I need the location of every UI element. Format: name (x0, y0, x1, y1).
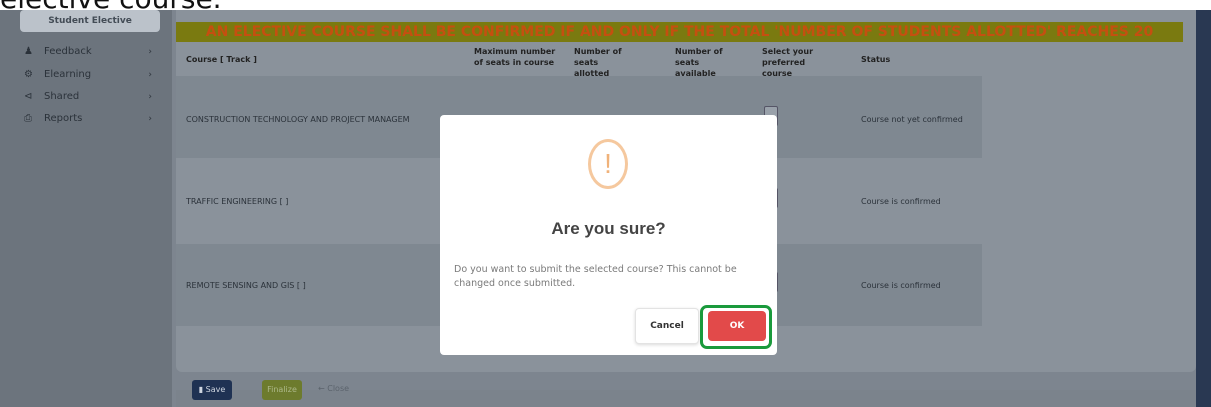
right-edge-bar (1196, 10, 1211, 407)
finalize-button[interactable]: Finalize (262, 380, 302, 400)
ok-button[interactable]: OK (708, 311, 766, 341)
save-icon: ▮ (198, 385, 204, 394)
footer-bar: ▮ Save Finalize ← Close (176, 380, 1196, 407)
warning-icon: ! (588, 139, 628, 189)
confirm-dialog: ! Are you sure? Do you want to submit th… (440, 115, 777, 355)
sidebar-item-feedback[interactable]: ♟ Feedback › (20, 42, 160, 62)
sidebar-item-student-elective[interactable]: Student Elective (20, 10, 160, 32)
header-course: Course [ Track ] (186, 55, 257, 64)
course-status: Course is confirmed (861, 197, 941, 206)
cancel-button[interactable]: Cancel (635, 308, 699, 344)
header-max-seats: Maximum number of seats in course (474, 47, 556, 67)
close-link[interactable]: ← Close (318, 384, 349, 393)
header-seats-allotted: Number of seats allotted (574, 47, 622, 78)
sidebar-item-label: Shared (44, 91, 80, 102)
chevron-right-icon: › (148, 47, 152, 57)
chevron-right-icon: › (148, 114, 152, 124)
course-name: REMOTE SENSING AND GIS [ ] (186, 281, 306, 290)
dialog-message: Do you want to submit the selected cours… (454, 264, 737, 289)
person-icon: ♟ (24, 46, 33, 57)
dialog-title: Are you sure? (551, 219, 666, 238)
save-label: Save (205, 385, 226, 394)
save-button[interactable]: ▮ Save (192, 380, 232, 400)
sidebar-item-elearning[interactable]: ⚙ Elearning › (20, 65, 160, 85)
chevron-right-icon: › (148, 92, 152, 102)
course-name: CONSTRUCTION TECHNOLOGY AND PROJECT MANA… (186, 115, 410, 124)
header-select-course: Select your preferred course (762, 47, 814, 78)
notice-banner: AN ELECTIVE COURSE SHALL BE CONFIRMED IF… (176, 22, 1183, 42)
sidebar-item-label: Feedback (44, 46, 92, 57)
header-seats-available: Number of seats available (675, 47, 723, 78)
sidebar-item-label: Reports (44, 113, 83, 124)
course-status: Course is confirmed (861, 281, 941, 290)
course-status: Course not yet confirmed (861, 115, 963, 124)
sidebar-item-reports[interactable]: ⎙ Reports › (20, 109, 160, 129)
sidebar-active-label: Student Elective (48, 16, 132, 26)
sidebar: Student Elective ♟ Feedback › ⚙ Elearnin… (0, 10, 172, 407)
sidebar-item-label: Elearning (44, 69, 92, 80)
share-icon: ⊲ (24, 91, 33, 102)
sidebar-item-shared[interactable]: ⊲ Shared › (20, 87, 160, 107)
print-icon: ⎙ (24, 113, 32, 124)
course-name: TRAFFIC ENGINEERING [ ] (186, 197, 289, 206)
chevron-right-icon: › (148, 70, 152, 80)
header-status: Status (861, 55, 891, 64)
elearning-icon: ⚙ (24, 69, 33, 80)
